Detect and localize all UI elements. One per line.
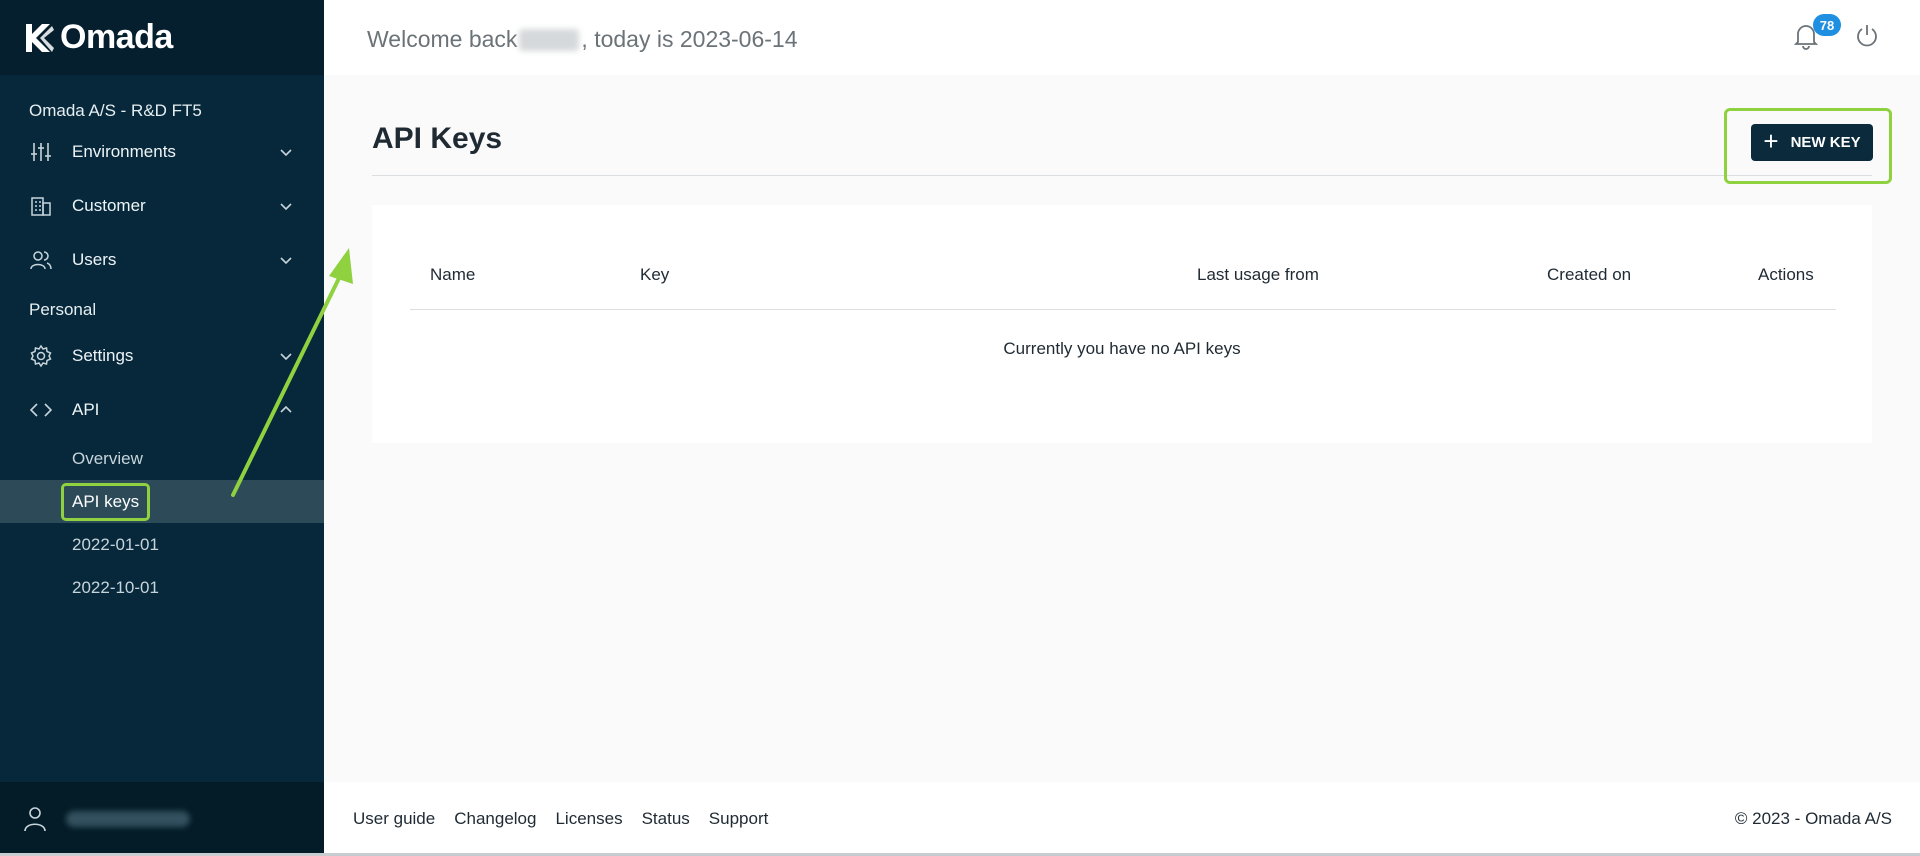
footer: User guide Changelog Licenses Status Sup…: [324, 782, 1920, 856]
chevron-down-icon: [280, 149, 292, 157]
divider: [372, 175, 1872, 176]
empty-state-message: Currently you have no API keys: [1003, 339, 1241, 358]
sidebar: Omada Omada A/S - R&D FT5 Environments C…: [0, 0, 324, 856]
sidebar-subitem-label: Overview: [72, 448, 143, 468]
sidebar-item-label: Settings: [72, 346, 134, 365]
sidebar-item-settings[interactable]: Settings: [0, 329, 324, 383]
copyright: © 2023 - Omada A/S: [1734, 809, 1892, 828]
sidebar-item-label: Environments: [72, 142, 176, 161]
chevron-down-icon: [280, 203, 292, 211]
brand-name: Omada: [60, 18, 173, 56]
sidebar-subitem-api-keys[interactable]: API keys: [0, 480, 324, 523]
user-icon: [24, 807, 46, 832]
omada-logo[interactable]: Omada: [22, 18, 173, 57]
sidebar-item-api[interactable]: API: [0, 383, 324, 437]
top-header: Welcome back , today is 2023-06-14 78: [324, 0, 1920, 75]
footer-link-licenses[interactable]: Licenses: [555, 809, 622, 829]
sidebar-item-customer[interactable]: Customer: [0, 179, 324, 233]
column-header-name[interactable]: Name: [430, 265, 475, 285]
sidebar-item-label: API: [72, 400, 100, 419]
api-keys-table: Name Key Last usage from Created on Acti…: [372, 205, 1872, 443]
sidebar-subitem-label: API keys: [61, 482, 151, 521]
new-key-button[interactable]: + NEW KEY: [1751, 124, 1873, 161]
sidebar-item-users[interactable]: Users: [0, 233, 324, 287]
notification-badge[interactable]: 78: [1813, 14, 1841, 36]
column-header-last-usage[interactable]: Last usage from: [1197, 265, 1319, 285]
chevron-up-icon: [280, 405, 292, 413]
sidebar-subitem-label: 2022-01-01: [72, 534, 159, 554]
footer-link-user-guide[interactable]: User guide: [353, 809, 435, 829]
users-icon: [28, 247, 54, 273]
welcome-suffix: , today is 2023-06-14: [581, 26, 798, 52]
column-header-key[interactable]: Key: [640, 265, 669, 285]
column-header-created-on[interactable]: Created on: [1547, 265, 1631, 285]
new-key-label: NEW KEY: [1790, 134, 1861, 151]
sidebar-subitem-overview[interactable]: Overview: [0, 437, 324, 480]
logo-bar: Omada: [0, 0, 324, 75]
sidebar-item-label: Users: [72, 250, 117, 269]
power-icon[interactable]: [1854, 23, 1880, 49]
user-name-redacted: [66, 811, 190, 827]
welcome-prefix: Welcome back: [367, 26, 518, 52]
footer-link-status[interactable]: Status: [642, 809, 690, 829]
table-header-divider: [410, 309, 1836, 310]
omada-logo-icon: [26, 23, 54, 52]
org-name: Omada A/S - R&D FT5: [29, 101, 202, 120]
sidebar-item-label: Customer: [72, 196, 146, 215]
sidebar-subitem-label: 2022-10-01: [72, 577, 159, 597]
user-profile[interactable]: [0, 782, 324, 856]
sidebar-item-environments[interactable]: Environments: [0, 125, 324, 179]
chevron-down-icon: [280, 353, 292, 361]
footer-link-support[interactable]: Support: [709, 809, 769, 829]
sliders-icon: [28, 139, 54, 165]
user-name-redacted: [519, 28, 580, 51]
chevron-down-icon: [280, 257, 292, 265]
sidebar-subitem-2022-01-01[interactable]: 2022-01-01: [0, 523, 324, 566]
footer-link-changelog[interactable]: Changelog: [454, 809, 536, 829]
section-personal: Personal: [29, 300, 97, 319]
building-icon: [28, 193, 54, 219]
code-icon: [28, 397, 54, 423]
plus-icon: +: [1763, 126, 1779, 156]
column-header-actions: Actions: [1758, 265, 1814, 284]
gear-icon: [28, 343, 54, 369]
footer-links: User guide Changelog Licenses Status Sup…: [353, 809, 768, 829]
sidebar-subitem-2022-10-01[interactable]: 2022-10-01: [0, 566, 324, 609]
welcome-message: Welcome back , today is 2023-06-14: [367, 26, 798, 53]
page-title: API Keys: [372, 122, 503, 155]
